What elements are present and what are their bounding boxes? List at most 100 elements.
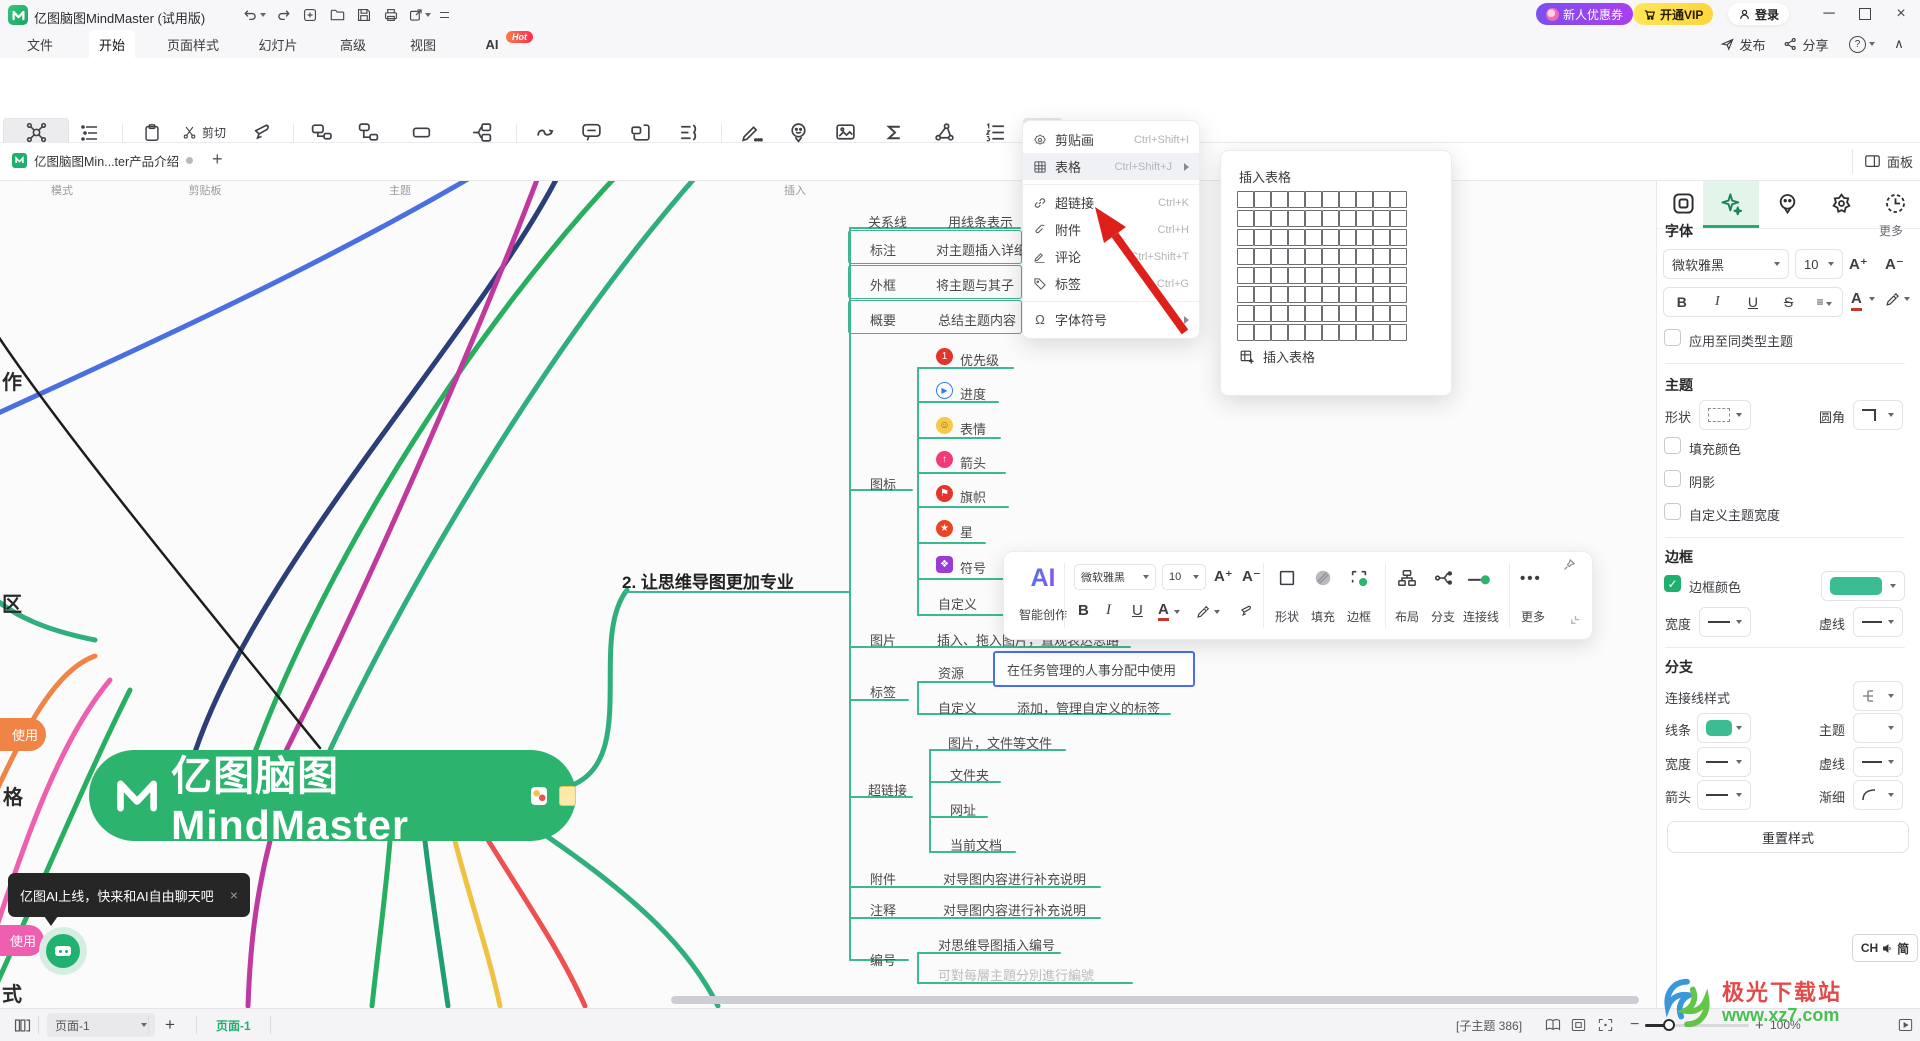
topic-tag-label[interactable]: 标签 [870,682,896,701]
open-file-icon[interactable] [327,5,347,25]
ai-create-button[interactable]: AI [1019,564,1067,593]
topic-boundary-desc[interactable]: 将主题与其子 [936,275,1014,294]
reset-style-button[interactable]: 重置样式 [1667,821,1909,853]
font-more-link[interactable]: 更多 [1879,222,1903,239]
ft-italic-button[interactable]: I [1106,602,1111,619]
share-button[interactable]: 分享 [1773,30,1838,58]
table-grid-cell[interactable] [1271,324,1288,341]
ft-size-select[interactable]: 10 [1162,564,1206,590]
topic-numbering-label[interactable]: 编号 [870,950,896,969]
add-page-icon[interactable]: + [165,1009,175,1041]
topic-numbering-desc[interactable]: 对思维导图插入编号 [938,935,1055,954]
ai-chat-avatar[interactable] [39,927,87,975]
table-grid-cell[interactable] [1390,210,1407,227]
tab-ai[interactable]: AI [476,30,509,58]
redo-icon[interactable] [274,5,294,25]
table-grid-cell[interactable] [1373,267,1390,284]
custom-width-checkbox[interactable] [1664,503,1681,520]
topic-icon-label[interactable]: 图标 [870,474,896,493]
shadow-checkbox[interactable] [1664,470,1681,487]
print-icon[interactable] [381,5,401,25]
topic-icon-child[interactable]: 符号 [960,558,986,577]
branch-dash-select[interactable] [1853,747,1903,777]
topic-icon-child[interactable]: 表情 [960,419,986,438]
tab-icon-marker[interactable] [1775,191,1800,216]
table-grid-cell[interactable] [1339,210,1356,227]
menu-item-font-symbol[interactable]: Ω 字体符号 [1023,306,1199,333]
topic-icon-child[interactable]: 星 [960,522,973,541]
topic-attachment-desc[interactable]: 对导图内容进行补充说明 [943,869,1086,888]
table-grid-cell[interactable] [1237,267,1254,284]
topic-edit-box[interactable]: 在任务管理的人事分配中使用 [993,651,1195,687]
zoom-out-button[interactable]: − [1630,1009,1639,1041]
insert-table-action[interactable]: 插入表格 [1239,347,1315,366]
ime-indicator[interactable]: CH 简 [1852,934,1918,962]
tab-slides[interactable]: 幻灯片 [248,30,307,58]
fit-window-icon[interactable] [1571,1009,1586,1041]
table-grid-cell[interactable] [1339,248,1356,265]
topic-hyperlink-child[interactable]: 网址 [950,800,976,819]
table-grid-cell[interactable] [1339,305,1356,322]
table-grid-cell[interactable] [1305,210,1322,227]
table-grid-cell[interactable] [1254,267,1271,284]
ft-more-icon[interactable]: ••• [1520,570,1542,587]
table-grid-cell[interactable] [1271,267,1288,284]
horizontal-scrollbar[interactable] [671,996,1639,1004]
topic-callout-label[interactable]: 标注 [870,240,896,259]
font-family-select[interactable]: 微软雅黑 [1663,249,1789,279]
ft-font-select[interactable]: 微软雅黑 [1074,564,1156,590]
table-grid-cell[interactable] [1373,248,1390,265]
font-size-select[interactable]: 10 [1795,249,1843,279]
table-grid-cell[interactable] [1288,210,1305,227]
fill-color-checkbox[interactable] [1664,437,1681,454]
ft-layout-icon[interactable] [1397,568,1417,588]
menu-item-comment[interactable]: 评论 Ctrl+Shift+T [1023,243,1199,270]
topic-summary-desc[interactable]: 总结主题内容 [938,310,1016,329]
topic-relation-label[interactable]: 关系线 [868,212,907,231]
topic-icon-child[interactable]: 旗帜 [960,487,986,506]
topic-hyperlink-label[interactable]: 超链接 [868,780,907,799]
table-grid-cell[interactable] [1237,191,1254,208]
tab-sticker[interactable] [1829,191,1854,216]
tab-history[interactable] [1883,191,1908,216]
table-grid-cell[interactable] [1305,286,1322,303]
ft-connector-icon[interactable] [1466,568,1492,588]
topic-icon-child[interactable]: 进度 [960,384,986,403]
presentation-icon[interactable] [1898,1009,1913,1041]
apply-same-checkbox[interactable] [1664,329,1681,346]
topic-hyperlink-child[interactable]: 图片，文件等文件 [948,733,1052,752]
table-grid-cell[interactable] [1271,191,1288,208]
table-grid-cell[interactable] [1322,305,1339,322]
topic-numbering-sub[interactable]: 可對每層主題分別進行編號 [938,965,1094,984]
table-grid-cell[interactable] [1373,210,1390,227]
undo-icon[interactable] [240,5,260,25]
table-grid-cell[interactable] [1356,248,1373,265]
table-grid-cell[interactable] [1339,229,1356,246]
tab-home[interactable]: 开始 [88,30,136,58]
topic-icon-child[interactable]: 自定义 [938,594,977,613]
export-dropdown-icon[interactable] [423,5,433,25]
menu-item-table[interactable]: 表格 Ctrl+Shift+J [1023,153,1199,180]
table-grid-cell[interactable] [1356,305,1373,322]
page-tab-active[interactable]: 页面-1 [216,1009,251,1041]
line-color-select[interactable] [1697,713,1751,743]
arrow-style-select[interactable] [1697,780,1751,810]
ft-font-decrease-icon[interactable]: A⁻ [1242,567,1261,585]
menu-item-attachment[interactable]: 附件 Ctrl+H [1023,216,1199,243]
table-grid-cell[interactable] [1356,229,1373,246]
table-grid-cell[interactable] [1288,324,1305,341]
table-grid-cell[interactable] [1305,324,1322,341]
border-dash-select[interactable] [1853,607,1903,637]
table-grid-cell[interactable] [1356,324,1373,341]
table-grid-cell[interactable] [1305,305,1322,322]
table-grid-cell[interactable] [1288,229,1305,246]
topic-picture-label[interactable]: 图片 [870,630,896,649]
table-grid-cell[interactable] [1254,210,1271,227]
table-grid-cell[interactable] [1322,267,1339,284]
topic-note-label[interactable]: 注释 [870,900,896,919]
table-grid-cell[interactable] [1390,267,1407,284]
table-grid-cell[interactable] [1390,286,1407,303]
table-grid-cell[interactable] [1356,191,1373,208]
tab-view[interactable]: 视图 [400,30,446,58]
table-grid-cell[interactable] [1305,267,1322,284]
